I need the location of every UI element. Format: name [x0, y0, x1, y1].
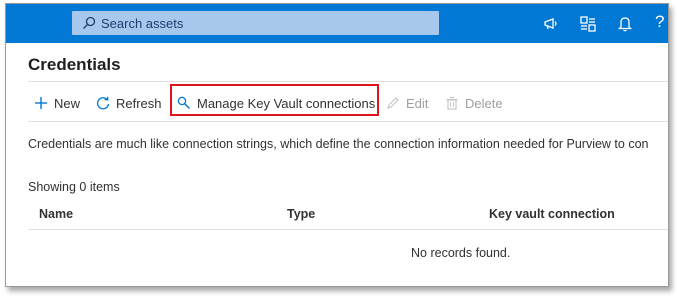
- search-box[interactable]: Search assets: [72, 11, 439, 35]
- switch-directory-icon[interactable]: [579, 15, 597, 33]
- credentials-pane: Credentials New Refresh Manage Key Vault…: [6, 43, 668, 286]
- search-icon: [83, 16, 96, 29]
- column-header-type[interactable]: Type: [287, 207, 315, 221]
- title-divider: [28, 81, 668, 82]
- top-bar: Search assets ?: [6, 4, 668, 43]
- items-count: Showing 0 items: [28, 180, 120, 194]
- delete-label: Delete: [465, 95, 503, 111]
- empty-state-message: No records found.: [411, 246, 511, 260]
- column-header-key-vault-connection[interactable]: Key vault connection: [489, 207, 615, 221]
- edit-label: Edit: [406, 95, 429, 111]
- bell-icon[interactable]: [616, 15, 634, 33]
- delete-button[interactable]: Delete: [445, 92, 503, 114]
- page-title: Credentials: [28, 55, 121, 74]
- refresh-icon: [96, 96, 110, 110]
- plus-icon: [35, 97, 47, 109]
- new-label: New: [54, 95, 81, 111]
- description-text: Credentials are much like connection str…: [28, 137, 649, 151]
- trash-icon: [446, 96, 458, 110]
- pencil-icon: [387, 97, 399, 109]
- toolbar-divider: [28, 121, 668, 122]
- search-input[interactable]: Search assets: [101, 16, 183, 31]
- refresh-label: Refresh: [116, 95, 162, 111]
- header-divider: [28, 229, 668, 230]
- app-window: Search assets ? Credentials New Refresh …: [5, 3, 669, 287]
- callout-highlight-box: [170, 84, 379, 116]
- megaphone-icon[interactable]: [542, 15, 560, 33]
- new-button[interactable]: New: [34, 92, 80, 114]
- refresh-button[interactable]: Refresh: [96, 92, 162, 114]
- edit-button[interactable]: Edit: [386, 92, 428, 114]
- help-icon[interactable]: ?: [655, 12, 664, 32]
- column-header-name[interactable]: Name: [39, 207, 73, 221]
